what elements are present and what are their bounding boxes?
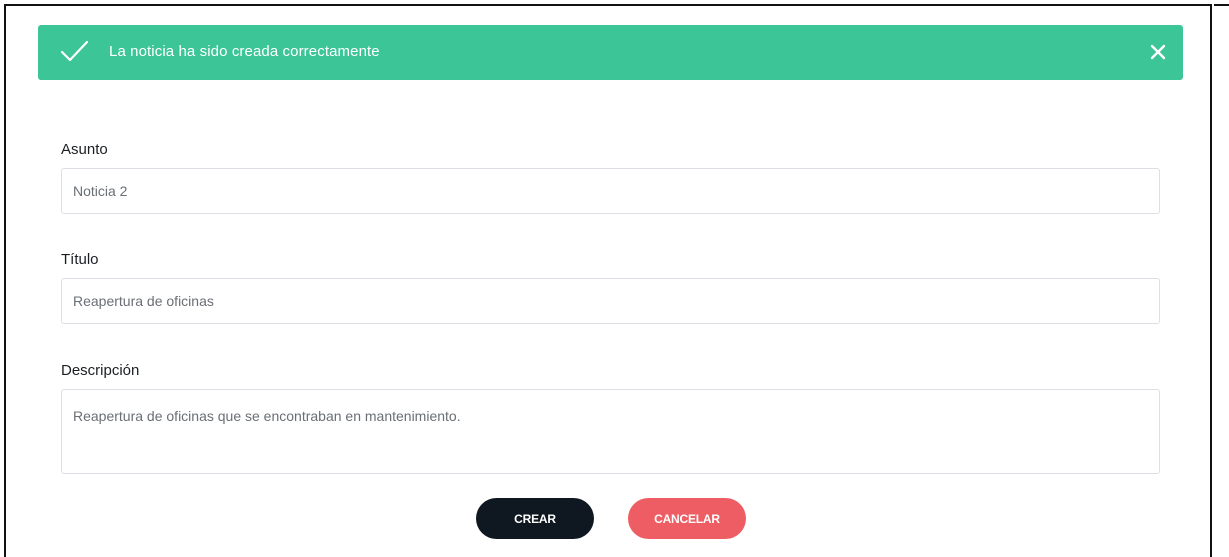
success-alert: La noticia ha sido creada correctamente [38,25,1183,80]
create-button[interactable]: CREAR [476,498,594,539]
description-textarea[interactable]: Reapertura de oficinas que se encontraba… [61,389,1160,474]
close-icon[interactable] [1147,41,1169,63]
title-input[interactable] [61,278,1160,324]
check-icon [60,39,90,65]
cancel-button[interactable]: CANCELAR [628,498,746,539]
subject-label: Asunto [61,141,108,158]
subject-input[interactable] [61,168,1160,214]
frame-divider [1214,4,1229,6]
alert-message: La noticia ha sido creada correctamente [109,43,380,60]
title-label: Título [61,251,99,268]
description-label: Descripción [61,362,140,379]
